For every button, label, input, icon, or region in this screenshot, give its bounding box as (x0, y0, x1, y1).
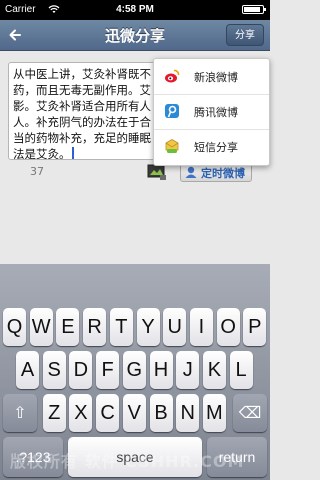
menu-item-label: 腾讯微博 (194, 106, 238, 119)
sina-weibo-icon (165, 69, 180, 83)
key-s[interactable]: S (42, 351, 66, 389)
key-r[interactable]: R (83, 308, 107, 346)
key-g[interactable]: G (122, 351, 146, 389)
battery-icon (242, 5, 266, 14)
key-a[interactable]: A (16, 351, 39, 389)
key-p[interactable]: P (243, 308, 267, 346)
key-m[interactable]: M (202, 394, 226, 432)
shift-icon: ⇧ (13, 405, 27, 422)
key-f[interactable]: F (96, 351, 120, 389)
key-w[interactable]: W (29, 308, 53, 346)
key-h[interactable]: H (149, 351, 173, 389)
watermark: 版权所有 软件 CSHHR.COM (10, 452, 245, 471)
key-x[interactable]: X (69, 394, 93, 432)
text-cursor (71, 147, 74, 159)
key-v[interactable]: V (122, 394, 146, 432)
key-o[interactable]: O (216, 308, 240, 346)
key-e[interactable]: E (56, 308, 80, 346)
key-u[interactable]: U (163, 308, 187, 346)
key-z[interactable]: Z (42, 394, 66, 432)
menu-item-sms-share[interactable]: 短信分享 (154, 129, 269, 164)
menu-item-sina-weibo[interactable]: 新浪微博 (154, 59, 269, 95)
key-c[interactable]: C (96, 394, 120, 432)
timed-weibo-label: 定时微博 (201, 167, 245, 180)
key-y[interactable]: Y (136, 308, 160, 346)
shift-key[interactable]: ⇧ (3, 394, 37, 432)
character-count: 37 (30, 165, 44, 178)
key-j[interactable]: J (176, 351, 200, 389)
text-line: 法是艾灸。 (13, 147, 71, 160)
key-b[interactable]: B (149, 394, 173, 432)
key-d[interactable]: D (69, 351, 93, 389)
clock: 4:58 PM (116, 4, 154, 15)
share-button[interactable]: 分享 (226, 24, 264, 46)
key-i[interactable]: I (189, 308, 213, 346)
share-menu: 新浪微博 腾讯微博 短信分享 (153, 58, 270, 166)
sms-icon (165, 139, 179, 153)
backspace-icon: ⌫ (238, 405, 262, 422)
delete-key[interactable]: ⌫ (233, 394, 267, 432)
menu-item-label: 新浪微博 (194, 71, 238, 84)
tencent-weibo-icon (165, 104, 179, 118)
status-bar: Carrier 4:58 PM (0, 0, 270, 20)
key-l[interactable]: L (229, 351, 253, 389)
key-q[interactable]: Q (3, 308, 26, 346)
key-k[interactable]: K (202, 351, 226, 389)
menu-item-label: 短信分享 (194, 141, 238, 154)
menu-item-tencent-weibo[interactable]: 腾讯微博 (154, 94, 269, 130)
key-n[interactable]: N (176, 394, 200, 432)
clock-person-icon (185, 166, 197, 178)
key-t[interactable]: T (109, 308, 133, 346)
nav-bar: 迅微分享 分享 (0, 20, 270, 51)
